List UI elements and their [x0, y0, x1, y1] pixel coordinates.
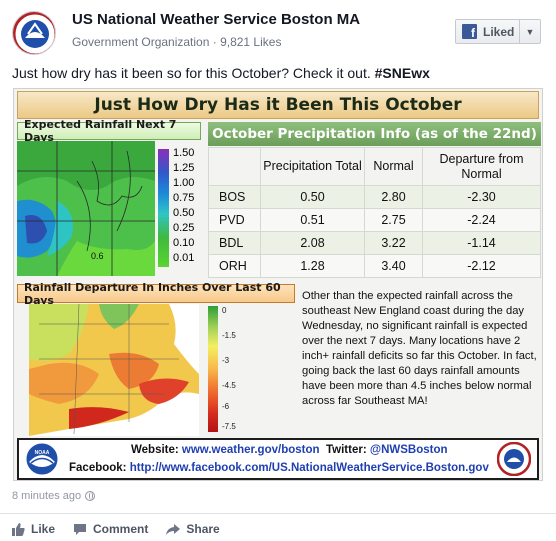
liked-button[interactable]: f Liked ▼: [455, 19, 541, 44]
table-cell-departure: -1.14: [422, 231, 541, 255]
legend7-tick: 1.00: [173, 177, 195, 189]
rainfall-60day-legend: 0 -1.5 -3 -4.5 -6 -7.5: [204, 304, 252, 436]
noaa-logo-text: NOAA: [35, 450, 50, 456]
table-cell-departure: -2.12: [422, 254, 541, 278]
twitter-label: Twitter:: [326, 444, 367, 456]
legend7-colorbar: [158, 149, 169, 267]
legend60-tick: 0: [222, 306, 227, 315]
post-header: US National Weather Service Boston MA Go…: [0, 0, 556, 60]
table-cell-site: ORH: [208, 254, 261, 278]
table-header-cell: Departure from Normal: [422, 147, 541, 186]
table-cell-total: 0.50: [260, 185, 365, 209]
facebook-link[interactable]: http://www.facebook.com/US.NationalWeath…: [130, 462, 489, 474]
table-cell-site: BOS: [208, 185, 261, 209]
table-cell-normal: 3.40: [364, 254, 423, 278]
table-header-cell: [208, 147, 261, 186]
twitter-line: Twitter: @NWSBoston: [326, 444, 448, 456]
table-row: ORH 1.28 3.40 -2.12: [208, 254, 541, 278]
infographic-footer: NOAA Website: www.weather.gov/boston Twi…: [17, 438, 539, 480]
like-label: Like: [31, 522, 56, 536]
timestamp-text: 8 minutes ago: [12, 490, 82, 502]
rainfall-7day-map: 0.6: [17, 141, 155, 276]
legend60-colorbar: [208, 306, 218, 432]
legend60-tick: -1.5: [222, 331, 236, 340]
liked-label: Liked: [483, 24, 515, 39]
legend7-tick: 0.75: [173, 192, 195, 204]
comment-bubble-icon: [74, 523, 87, 535]
post-text: Just how dry has it been so for this Oct…: [12, 65, 430, 81]
facebook-label: Facebook:: [69, 462, 127, 474]
facebook-line: Facebook: http://www.facebook.com/US.Nat…: [69, 462, 489, 474]
table-row: PVD 0.51 2.75 -2.24: [208, 208, 541, 232]
legend60-tick: -4.5: [222, 381, 236, 390]
legend7-tick: 1.50: [173, 147, 195, 159]
precip-table: Precipitation Total Normal Departure fro…: [208, 147, 541, 278]
table-cell-site: PVD: [208, 208, 261, 232]
liked-main[interactable]: f Liked: [456, 20, 520, 43]
table-header-row: Precipitation Total Normal Departure fro…: [208, 147, 541, 186]
post-timestamp[interactable]: 8 minutes ago: [12, 490, 96, 502]
website-line: Website: www.weather.gov/boston: [131, 444, 320, 456]
globe-icon: [85, 491, 96, 501]
legend7-tick: 0.01: [173, 252, 195, 264]
legend7-tick: 0.10: [173, 237, 195, 249]
nws-logo-icon: [497, 442, 531, 476]
website-label: Website:: [131, 444, 179, 456]
post-actions: Like Comment Share: [12, 522, 220, 536]
page-meta: Government Organization · 9,821 Likes: [72, 35, 282, 49]
table-cell-site: BDL: [208, 231, 261, 255]
share-label: Share: [186, 522, 220, 536]
post-text-body: Just how dry has it been so for this Oct…: [12, 65, 375, 81]
table-cell-normal: 2.75: [364, 208, 423, 232]
table-cell-total: 2.08: [260, 231, 365, 255]
precip-table-title: October Precipitation Info (as of the 22…: [208, 122, 541, 146]
share-arrow-icon: [166, 523, 181, 535]
comment-label: Comment: [93, 522, 149, 536]
table-cell-total: 1.28: [260, 254, 365, 278]
rainfall-60day-label: Rainfall Departure In Inches Over Last 6…: [17, 281, 295, 307]
table-cell-normal: 3.22: [364, 231, 423, 255]
legend7-tick: 1.25: [173, 162, 195, 174]
table-cell-total: 0.51: [260, 208, 365, 232]
table-row: BDL 2.08 3.22 -1.14: [208, 231, 541, 255]
infographic-description: Other than the expected rainfall across …: [302, 290, 537, 407]
table-row: BOS 0.50 2.80 -2.30: [208, 185, 541, 209]
table-header-cell: Precipitation Total: [260, 147, 365, 186]
rainfall-60day-map: [29, 304, 199, 436]
rainfall-7day-legend: 1.50 1.25 1.00 0.75 0.50 0.25 0.10 0.01: [156, 147, 204, 277]
share-button[interactable]: Share: [166, 522, 220, 536]
legend7-tick: 0.50: [173, 207, 195, 219]
like-button[interactable]: Like: [12, 522, 55, 536]
map7-point-label: 0.6: [91, 251, 104, 261]
noaa-logo-icon: NOAA: [25, 442, 59, 476]
page-name[interactable]: US National Weather Service Boston MA: [72, 11, 360, 28]
table-cell-departure: -2.24: [422, 208, 541, 232]
facebook-icon: f: [462, 24, 477, 39]
chevron-down-icon[interactable]: ▼: [520, 27, 540, 37]
legend60-tick: -6: [222, 402, 230, 411]
comment-button[interactable]: Comment: [73, 522, 148, 536]
table-cell-departure: -2.30: [422, 185, 541, 209]
page-avatar[interactable]: [12, 11, 56, 55]
rainfall-7day-label: Expected Rainfall Next 7 Days: [17, 118, 201, 144]
table-header-cell: Normal: [364, 147, 423, 186]
infographic-title: Just How Dry Has it Been This October: [17, 91, 539, 119]
hashtag-link[interactable]: #SNEwx: [375, 65, 430, 81]
divider: [0, 513, 556, 514]
nws-seal-icon: [13, 12, 55, 54]
website-link[interactable]: www.weather.gov/boston: [182, 444, 320, 456]
legend60-tick: -7.5: [222, 422, 236, 431]
legend7-tick: 0.25: [173, 222, 195, 234]
twitter-link[interactable]: @NWSBoston: [370, 444, 448, 456]
thumbs-up-icon: [12, 522, 25, 536]
table-cell-normal: 2.80: [364, 185, 423, 209]
legend60-tick: -3: [222, 356, 230, 365]
infographic-image[interactable]: Just How Dry Has it Been This October Ex…: [13, 88, 543, 481]
